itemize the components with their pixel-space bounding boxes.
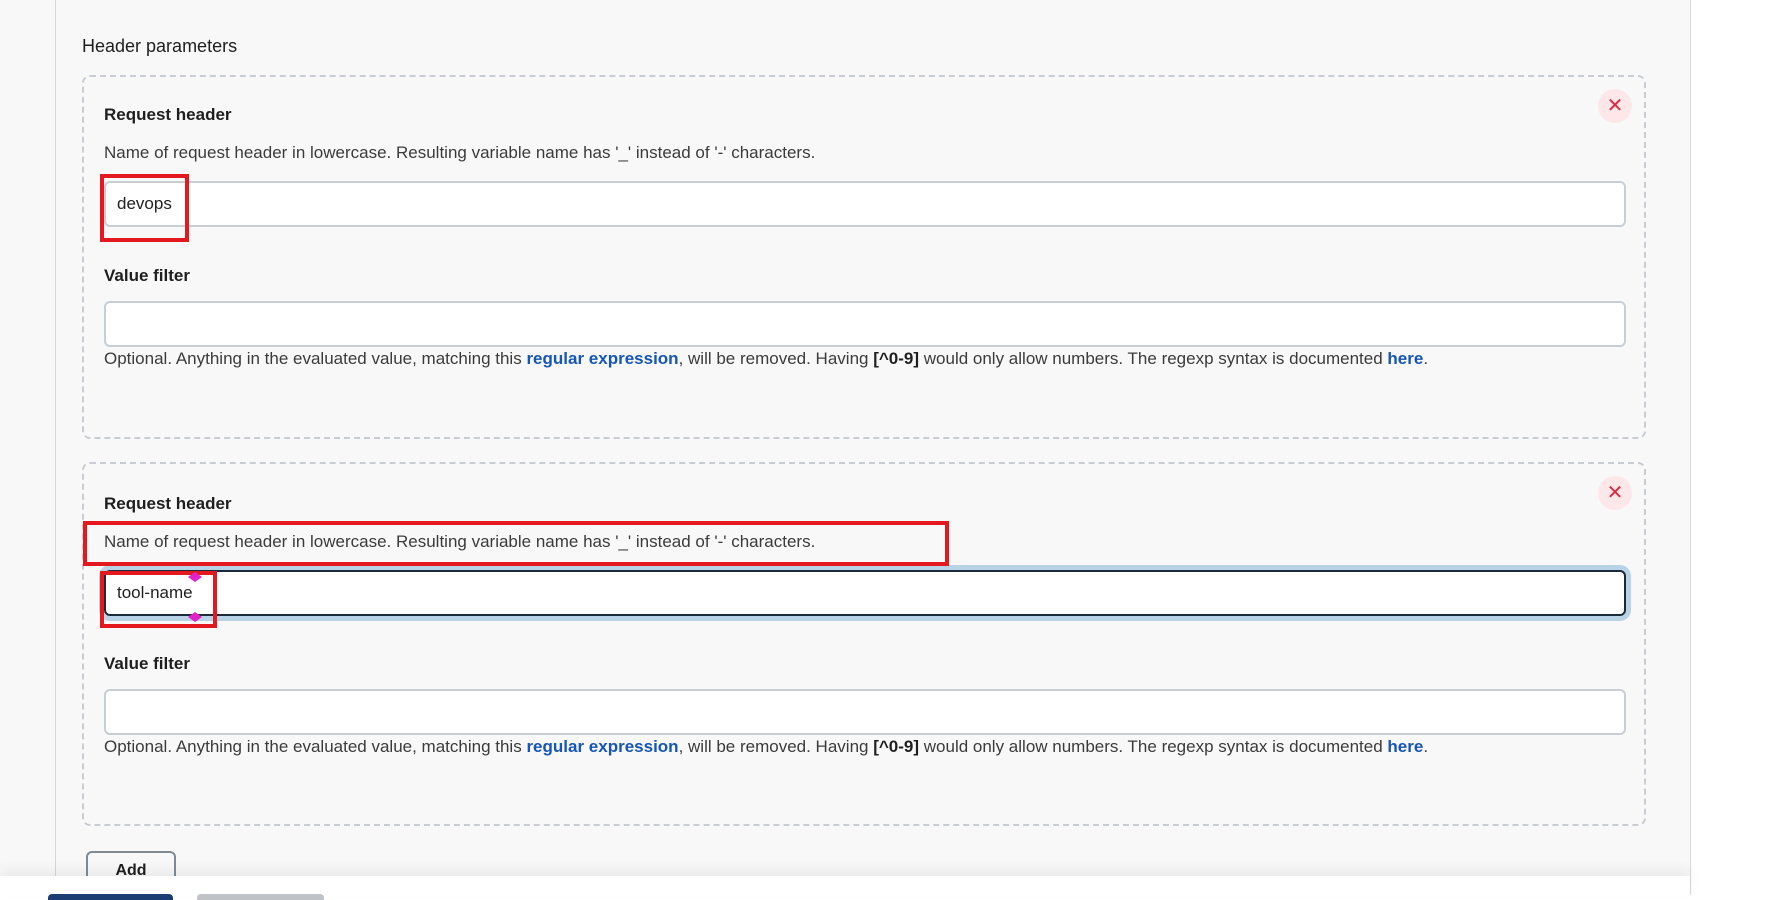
- help-text-part: , will be removed. Having: [678, 737, 874, 756]
- request-header-description: Name of request header in lowercase. Res…: [104, 532, 816, 551]
- close-icon: ✕: [1606, 482, 1624, 504]
- bottom-action-bar: [0, 876, 1690, 900]
- regex-example: [^0-9]: [873, 349, 920, 368]
- remove-header-button-2[interactable]: ✕: [1598, 476, 1632, 510]
- request-header-label: Request header: [104, 105, 232, 124]
- header-parameter-block-1: ✕ Request header Name of request header …: [82, 75, 1646, 439]
- help-text-part: would only allow numbers. The regexp syn…: [919, 737, 1388, 756]
- request-header-input-2[interactable]: [104, 570, 1626, 616]
- right-divider: [1690, 0, 1691, 895]
- value-filter-label: Value filter: [104, 266, 190, 285]
- section-title: Header parameters: [82, 36, 238, 56]
- regexp-syntax-link[interactable]: here: [1387, 737, 1423, 756]
- help-text-part: .: [1423, 349, 1429, 368]
- value-filter-help: Optional. Anything in the evaluated valu…: [104, 737, 1428, 757]
- request-header-description: Name of request header in lowercase. Res…: [104, 143, 816, 162]
- value-filter-input-2[interactable]: [104, 689, 1626, 735]
- regular-expression-link[interactable]: regular expression: [526, 737, 678, 756]
- close-icon: ✕: [1606, 95, 1624, 117]
- help-text-part: would only allow numbers. The regexp syn…: [919, 349, 1388, 368]
- value-filter-label: Value filter: [104, 654, 190, 673]
- value-filter-help: Optional. Anything in the evaluated valu…: [104, 349, 1428, 369]
- help-text-part: , will be removed. Having: [678, 349, 874, 368]
- regex-example: [^0-9]: [873, 737, 920, 756]
- request-header-input-1[interactable]: [104, 181, 1626, 227]
- help-text-part: .: [1423, 737, 1429, 756]
- regular-expression-link[interactable]: regular expression: [526, 349, 678, 368]
- remove-header-button-1[interactable]: ✕: [1598, 89, 1632, 123]
- help-text-part: Optional. Anything in the evaluated valu…: [104, 349, 527, 368]
- header-parameter-block-2: ✕ Request header Name of request header …: [82, 462, 1646, 826]
- request-header-label: Request header: [104, 494, 232, 513]
- regexp-syntax-link[interactable]: here: [1387, 349, 1423, 368]
- left-divider: [55, 0, 56, 895]
- value-filter-input-1[interactable]: [104, 301, 1626, 347]
- help-text-part: Optional. Anything in the evaluated valu…: [104, 737, 527, 756]
